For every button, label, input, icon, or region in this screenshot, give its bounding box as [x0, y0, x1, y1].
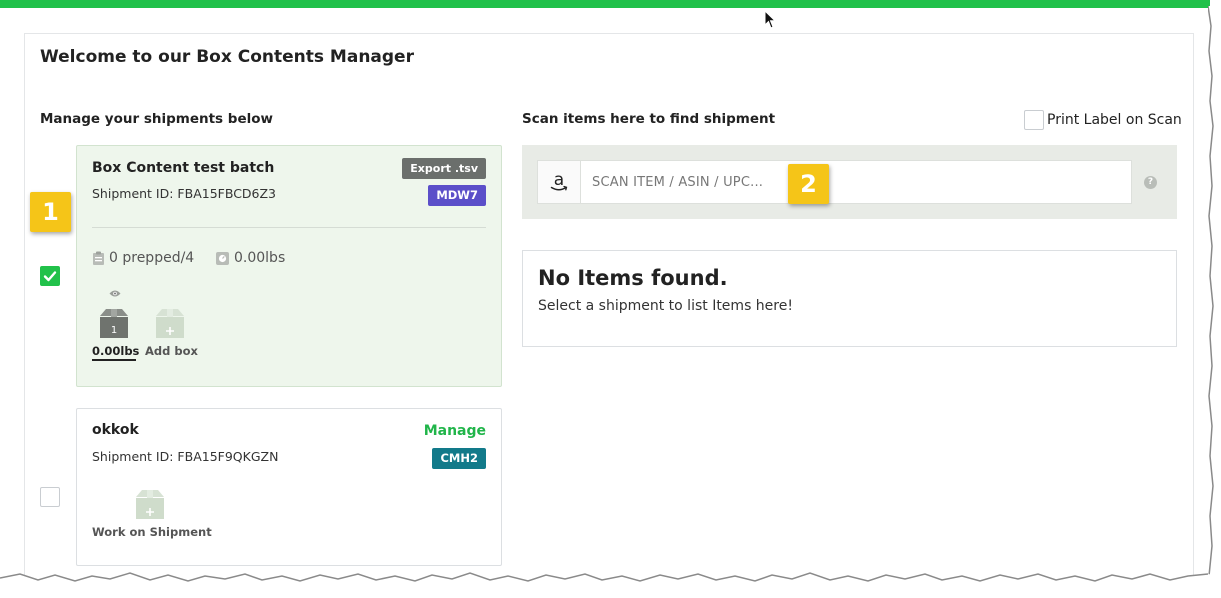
callout-1: 1 — [30, 192, 71, 232]
work-on-shipment-button[interactable]: Work on Shipment — [92, 488, 212, 539]
top-accent-bar — [0, 0, 1210, 8]
fulfillment-center-badge: MDW7 — [428, 185, 486, 206]
torn-edge-bottom — [0, 572, 1221, 598]
card-divider — [92, 227, 486, 228]
callout-2: 2 — [788, 164, 829, 204]
box-plus-icon — [156, 309, 184, 338]
torn-edge-right — [1208, 6, 1221, 576]
shipment-name: Box Content test batch — [92, 160, 275, 176]
print-label-text: Print Label on Scan — [1047, 112, 1182, 128]
empty-title: No Items found. — [538, 266, 728, 290]
items-empty-state: No Items found. Select a shipment to lis… — [522, 250, 1177, 347]
box-number: 1 — [111, 325, 117, 336]
box-weight-label: 0.00lbs — [92, 344, 139, 361]
prepped-count: 0 prepped/4 — [92, 250, 194, 266]
svg-text:a: a — [554, 171, 564, 190]
work-on-shipment-label: Work on Shipment — [92, 525, 212, 539]
fulfillment-center-badge: CMH2 — [432, 448, 486, 469]
amazon-icon: a — [550, 171, 568, 191]
add-box-button[interactable]: Add box — [145, 307, 198, 358]
shipment-select-checkbox[interactable] — [40, 487, 60, 507]
page-title: Welcome to our Box Contents Manager — [40, 47, 414, 67]
empty-subtitle: Select a shipment to list Items here! — [538, 298, 793, 314]
shipment-card[interactable]: Box Content test batch Shipment ID: FBA1… — [76, 145, 502, 387]
shipment-select-checkbox[interactable] — [40, 266, 60, 286]
mouse-cursor-icon — [764, 10, 777, 29]
scan-field: a — [537, 160, 1132, 204]
shipments-heading: Manage your shipments below — [40, 111, 273, 127]
shipment-id: Shipment ID: FBA15FBCD6Z3 — [92, 186, 277, 201]
scan-input[interactable] — [582, 161, 1131, 203]
weight-text: 0.00lbs — [234, 250, 286, 266]
shipment-name: okkok — [92, 422, 139, 438]
total-weight: 0.00lbs — [215, 250, 285, 266]
clipboard-icon — [93, 251, 104, 265]
checkmark-icon — [43, 271, 57, 282]
add-box-label: Add box — [145, 344, 198, 358]
scan-area: a ? — [522, 145, 1177, 219]
question-icon[interactable]: ? — [1144, 176, 1157, 189]
prepped-text: 0 prepped/4 — [109, 250, 195, 266]
box-item[interactable]: 1 0.00lbs — [92, 307, 139, 361]
scan-heading: Scan items here to find shipment — [522, 111, 776, 127]
box-plus-icon — [135, 490, 164, 519]
box-icon: 1 — [100, 309, 128, 338]
export-tsv-button[interactable]: Export .tsv — [402, 158, 486, 179]
scale-icon — [216, 252, 229, 265]
print-label-toggle[interactable]: Print Label on Scan — [1024, 110, 1182, 130]
amazon-source-button[interactable]: a — [538, 161, 581, 203]
eye-icon[interactable] — [109, 289, 121, 298]
manage-link[interactable]: Manage — [424, 423, 486, 439]
shipment-id: Shipment ID: FBA15F9QKGZN — [92, 449, 279, 464]
shipment-card[interactable]: okkok Shipment ID: FBA15F9QKGZN Manage C… — [76, 408, 502, 566]
print-label-checkbox[interactable] — [1024, 110, 1044, 130]
